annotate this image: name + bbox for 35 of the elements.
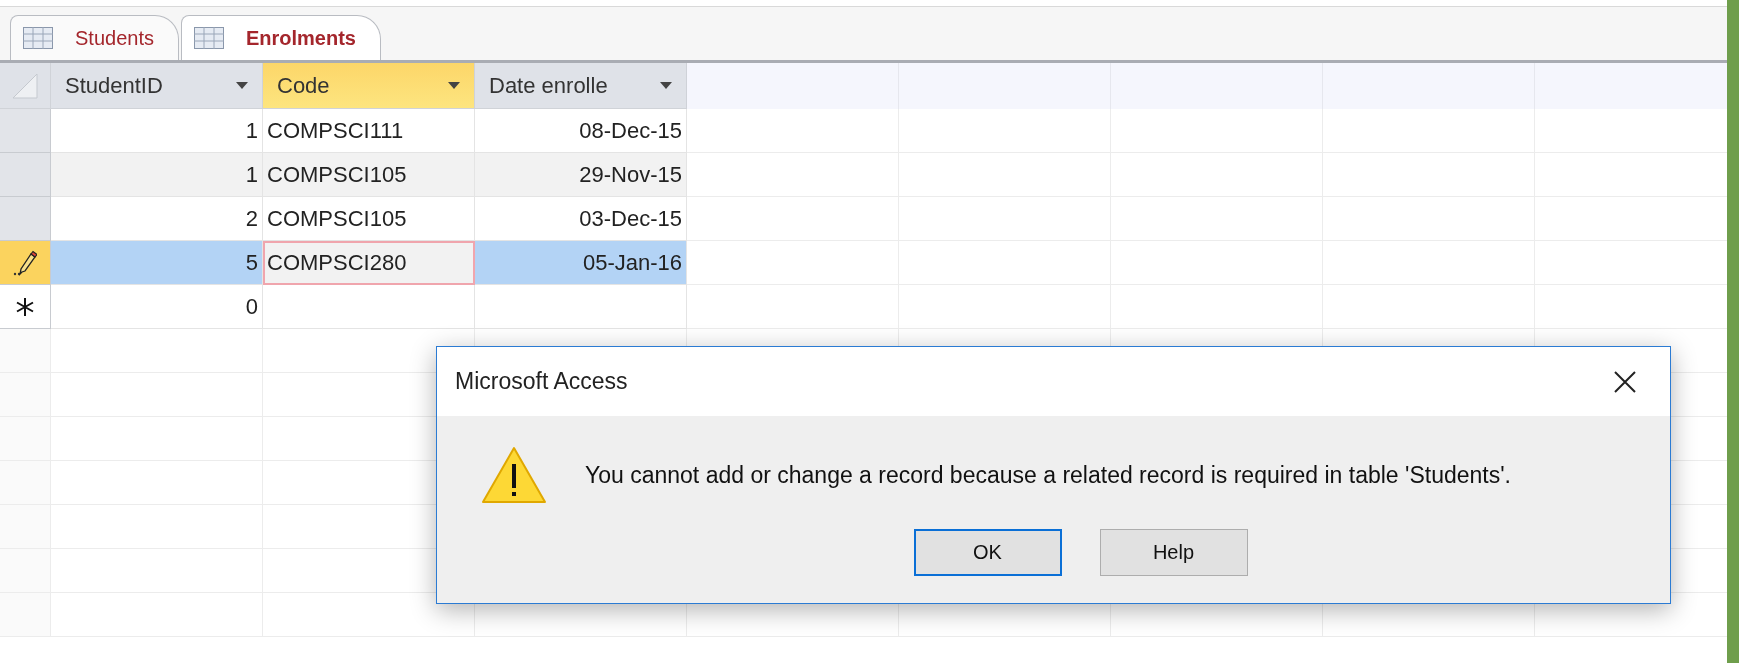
table-cell: COMPSCI105 xyxy=(263,197,475,241)
table-cell: COMPSCI105 xyxy=(263,153,475,197)
table-cell: 0 xyxy=(51,285,263,329)
dropdown-caret-icon[interactable] xyxy=(236,82,248,89)
dropdown-caret-icon[interactable] xyxy=(448,82,460,89)
column-header[interactable]: Code xyxy=(263,63,475,109)
table-tab[interactable]: Students xyxy=(10,15,179,60)
table-cell: COMPSCI280 xyxy=(263,241,475,285)
table-cell: 08-Dec-15 xyxy=(475,109,687,153)
table-icon xyxy=(193,27,224,49)
column-header[interactable]: Date enrolle xyxy=(475,63,687,109)
table-tab[interactable]: Enrolments xyxy=(180,15,381,60)
table-cell: 5 xyxy=(51,241,263,285)
table-cell: 2 xyxy=(51,197,263,241)
close-icon xyxy=(1614,370,1636,393)
pencil-icon xyxy=(13,249,37,276)
table-cell: 05-Jan-16 xyxy=(475,241,687,285)
asterisk-icon xyxy=(15,296,35,317)
table-cell: 03-Dec-15 xyxy=(475,197,687,241)
tab-label: Enrolments xyxy=(245,26,356,50)
warning-icon xyxy=(481,446,547,504)
record-selector[interactable] xyxy=(0,241,51,285)
table-cell: COMPSCI111 xyxy=(263,109,475,153)
dialog-button[interactable]: Help xyxy=(1099,529,1248,576)
error-message: You cannot add or change a record because a related record is required in table 'Students'. xyxy=(585,461,1511,489)
table-cell: 29-Nov-15 xyxy=(475,153,687,197)
dialog-title: Microsoft Access xyxy=(455,368,628,395)
column-header[interactable]: StudentID xyxy=(51,63,263,109)
dropdown-caret-icon[interactable] xyxy=(660,82,672,89)
table-icon xyxy=(23,27,53,49)
table-cell: 1 xyxy=(51,153,263,197)
table-cell: 1 xyxy=(51,109,263,153)
record-selector[interactable] xyxy=(0,285,51,329)
tab-label: Students xyxy=(75,26,154,50)
dialog-button[interactable]: OK xyxy=(913,529,1062,576)
